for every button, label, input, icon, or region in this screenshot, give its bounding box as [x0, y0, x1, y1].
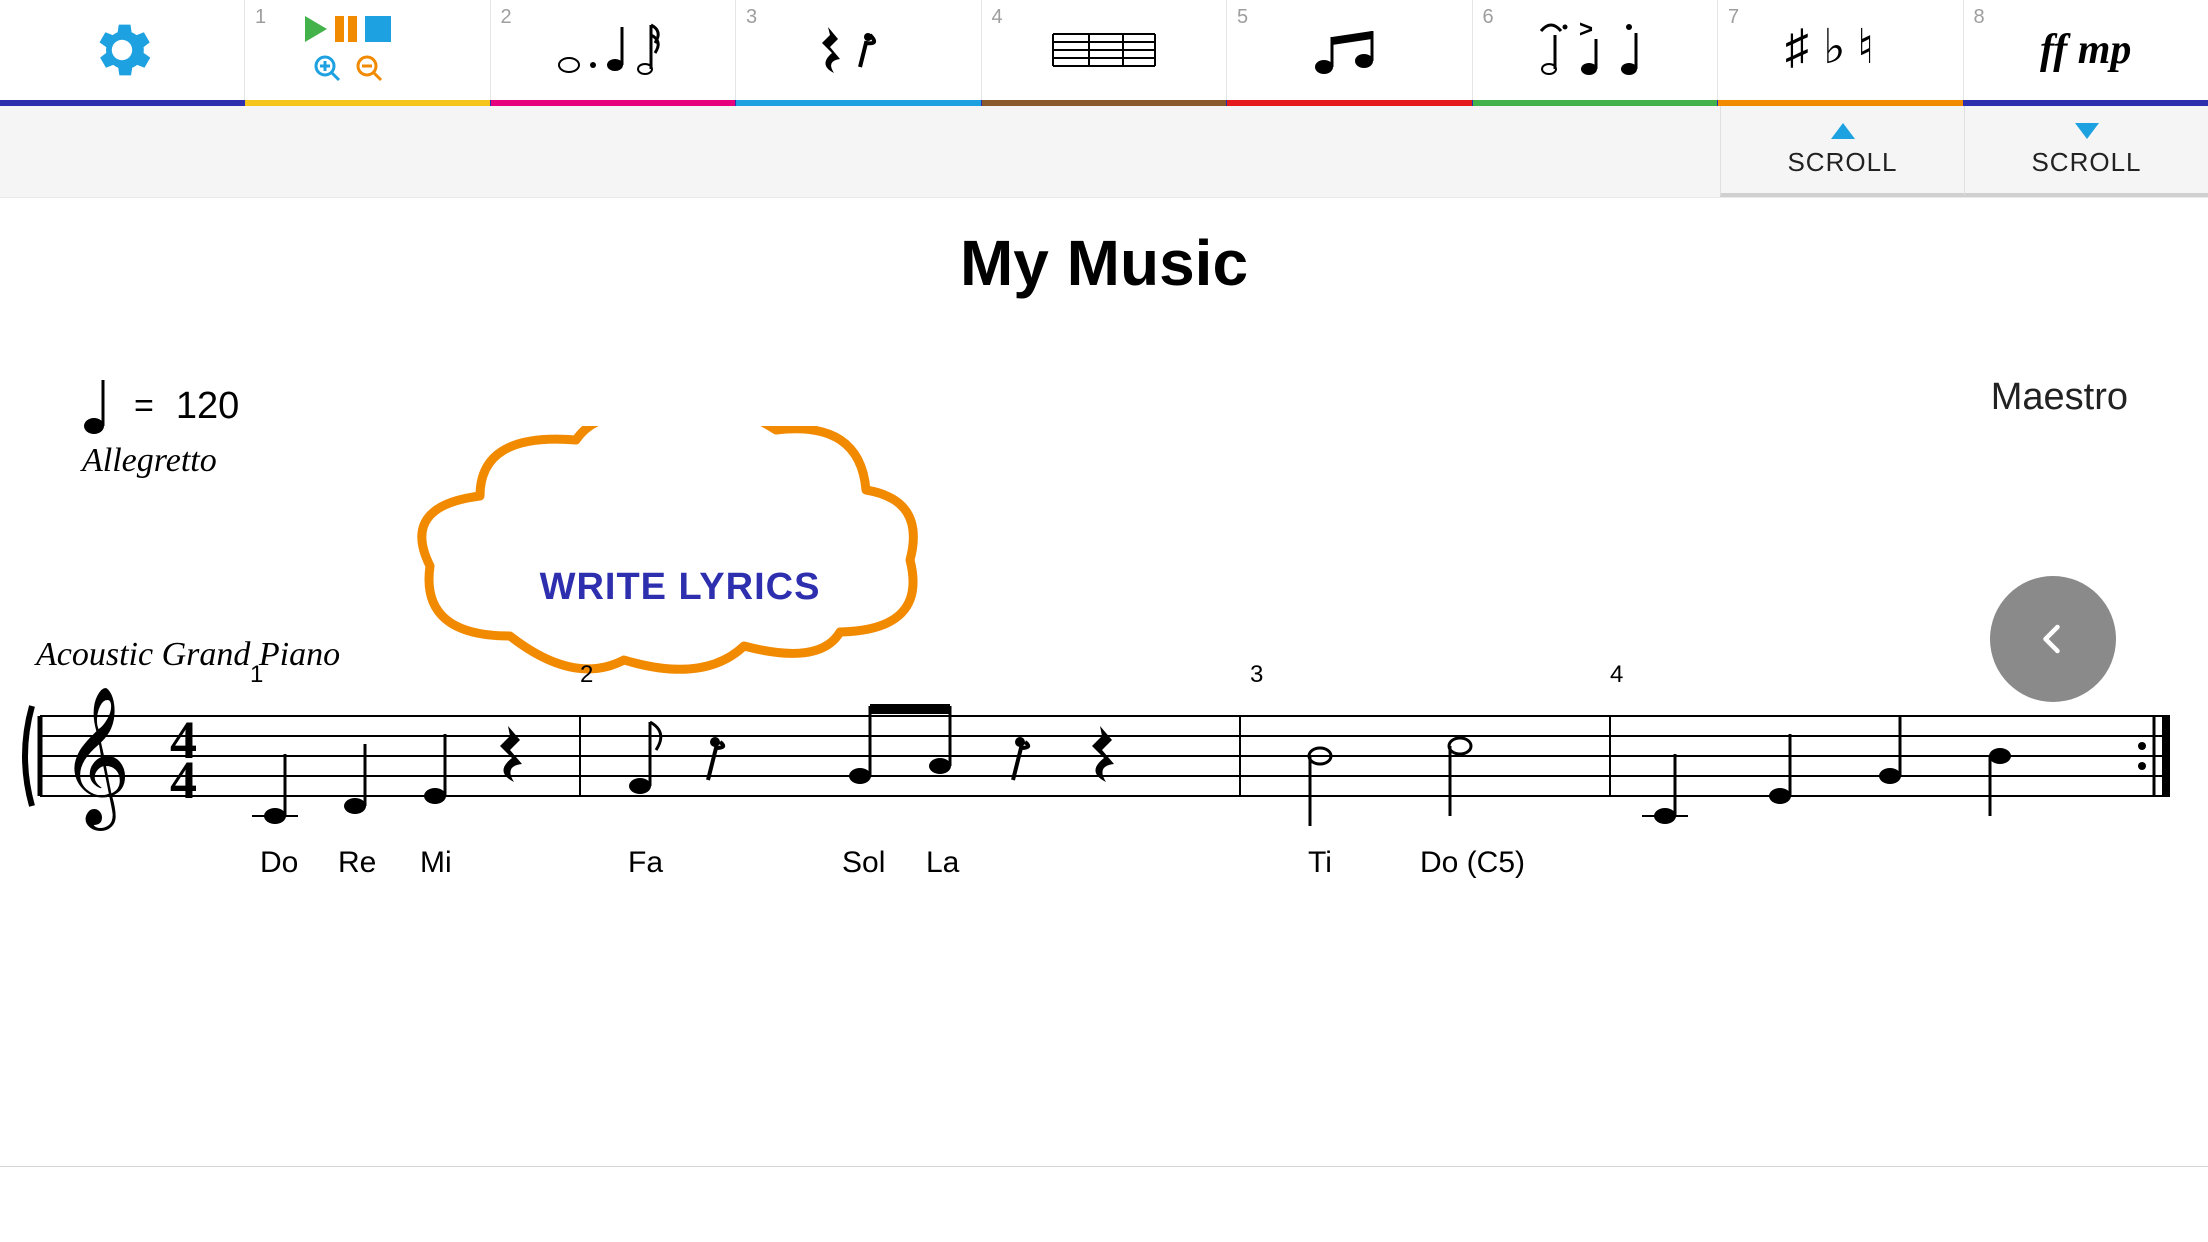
svg-text:>: > [1579, 21, 1593, 43]
scroll-up-label: SCROLL [1787, 147, 1897, 178]
scroll-down-button[interactable]: SCROLL [1964, 106, 2208, 197]
bar-number: 1 [250, 661, 263, 689]
tab-number: 2 [501, 6, 512, 29]
page-title[interactable]: My Music [0, 226, 2208, 300]
settings-button[interactable] [0, 0, 244, 100]
bar-number: 4 [1610, 661, 1623, 689]
articulation-icon: > [1535, 21, 1655, 79]
bar-number: 3 [1250, 661, 1263, 689]
toolbar: 1 2 [0, 0, 2208, 106]
tab-number: 4 [992, 6, 1003, 29]
toolbar-tab-staff[interactable]: 4 [981, 0, 1227, 100]
instrument-name[interactable]: Acoustic Grand Piano [36, 636, 340, 674]
lyric-syllable[interactable]: La [926, 846, 959, 880]
toolbar-tab-notevalues[interactable]: 2 [490, 0, 736, 100]
svg-text:♭: ♭ [1823, 21, 1846, 74]
rests-icon [808, 21, 908, 79]
lyric-syllable[interactable]: Mi [420, 846, 452, 880]
staff-icon [1049, 28, 1159, 72]
tab-number: 8 [1974, 6, 1985, 29]
lyric-syllable[interactable]: Re [338, 846, 376, 880]
toolbar-tab-rests[interactable]: 3 [735, 0, 981, 100]
triangle-down-icon [2073, 121, 2101, 141]
svg-text:4: 4 [170, 750, 197, 810]
dynamics-label: ff mp [2040, 26, 2131, 74]
svg-text:♮: ♮ [1857, 21, 1874, 74]
svg-text:𝄞: 𝄞 [60, 688, 131, 831]
accidentals-icon: ♯ ♭ ♮ [1785, 21, 1895, 79]
tab-number: 7 [1728, 6, 1739, 29]
lyric-syllable[interactable]: Sol [842, 846, 885, 880]
music-staff[interactable]: 𝄞 4 4 [20, 686, 2188, 936]
toolbar-tab-accidentals[interactable]: 7 ♯ ♭ ♮ [1717, 0, 1963, 100]
toolbar-tab-beamed[interactable]: 5 [1226, 0, 1472, 100]
lyric-syllable[interactable]: Fa [628, 846, 663, 880]
page-divider [0, 1166, 2208, 1167]
triangle-up-icon [1829, 121, 1857, 141]
bar-number: 2 [580, 661, 593, 689]
tempo-name: Allegretto [82, 442, 239, 480]
lyric-syllable[interactable]: Ti [1308, 846, 1332, 880]
scroll-up-button[interactable]: SCROLL [1720, 106, 1964, 197]
toolbar-tab-articulations[interactable]: 6 > [1472, 0, 1718, 100]
tab-number: 5 [1237, 6, 1248, 29]
beamed-notes-icon [1304, 21, 1394, 79]
gear-icon [87, 15, 157, 85]
toolbar-tab-playback[interactable]: 1 [244, 0, 490, 100]
tab-number: 1 [255, 6, 266, 29]
chevron-left-icon [2035, 621, 2071, 657]
tempo-bpm: 120 [176, 385, 239, 428]
lyric-syllable[interactable]: Do [260, 846, 298, 880]
staff-svg: 𝄞 4 4 [20, 686, 2188, 936]
lyric-syllable[interactable]: Do (C5) [1420, 846, 1525, 880]
tab-number: 3 [746, 6, 757, 29]
note-values-icon [553, 21, 673, 79]
score-area: My Music Maestro = 120 Allegretto Acoust… [0, 226, 2208, 1242]
tab-number: 6 [1483, 6, 1494, 29]
tempo-equals: = [134, 387, 154, 426]
svg-text:♯: ♯ [1785, 21, 1809, 74]
composer-name[interactable]: Maestro [1991, 376, 2128, 419]
cloud-text: WRITE LYRICS [390, 566, 970, 609]
collapse-panel-button[interactable] [1990, 576, 2116, 702]
tempo-marking[interactable]: = 120 Allegretto [82, 376, 239, 480]
scroll-bar: SCROLL SCROLL [0, 106, 2208, 198]
playback-icons [297, 14, 437, 86]
toolbar-tab-dynamics[interactable]: 8 ff mp [1963, 0, 2208, 100]
scroll-down-label: SCROLL [2031, 147, 2141, 178]
quarter-note-icon [82, 376, 112, 436]
